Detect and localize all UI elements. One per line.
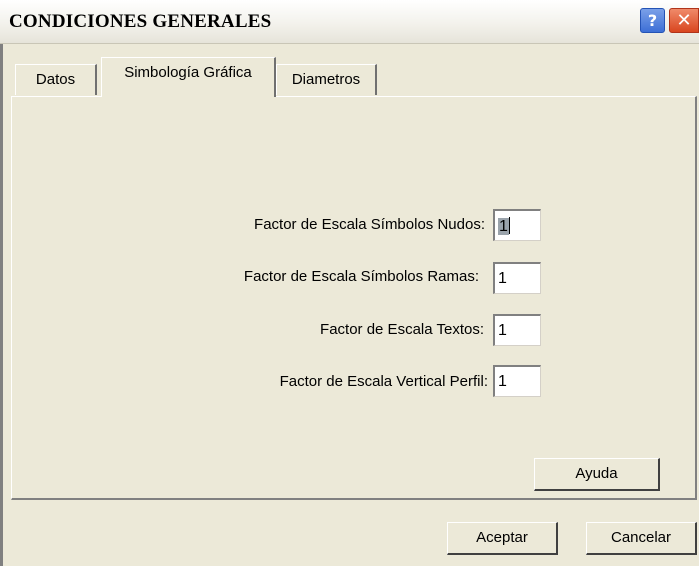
tab-simbologia-grafica[interactable]: Simbología Gráfica — [101, 57, 276, 97]
input-factor-nudos[interactable]: 1 — [493, 209, 541, 241]
help-button[interactable]: ? — [640, 8, 665, 33]
input-factor-ramas[interactable]: 1 — [493, 262, 541, 294]
input-factor-textos[interactable]: 1 — [493, 314, 541, 346]
text-caret — [508, 217, 510, 234]
label-factor-vertical-perfil: Factor de Escala Vertical Perfil: — [279, 373, 488, 390]
close-button[interactable]: ✕ — [669, 8, 699, 33]
input-value-vertical-perfil: 1 — [498, 373, 507, 390]
input-value-ramas: 1 — [498, 270, 507, 287]
tab-diametros[interactable]: Diametros — [276, 64, 377, 95]
label-factor-ramas: Factor de Escala Símbolos Ramas: — [243, 268, 479, 285]
title-bar[interactable]: CONDICIONES GENERALES ? ✕ — [0, 0, 699, 44]
close-icon: ✕ — [676, 10, 692, 31]
ayuda-button[interactable]: Ayuda — [534, 458, 660, 491]
window-frame-left — [0, 44, 3, 566]
input-factor-vertical-perfil[interactable]: 1 — [493, 365, 541, 397]
window-title: CONDICIONES GENERALES — [9, 11, 272, 32]
question-mark-icon: ? — [647, 11, 658, 30]
label-factor-textos: Factor de Escala Textos: — [320, 321, 484, 338]
cancelar-button[interactable]: Cancelar — [586, 522, 697, 555]
input-value-nudos: 1 — [498, 218, 509, 235]
label-factor-nudos: Factor de Escala Símbolos Nudos: — [254, 216, 485, 233]
input-value-textos: 1 — [498, 322, 507, 339]
aceptar-button[interactable]: Aceptar — [447, 522, 558, 555]
tab-datos[interactable]: Datos — [15, 64, 97, 95]
tab-panel-simbologia: Factor de Escala Símbolos Nudos: 1 Facto… — [11, 96, 697, 500]
